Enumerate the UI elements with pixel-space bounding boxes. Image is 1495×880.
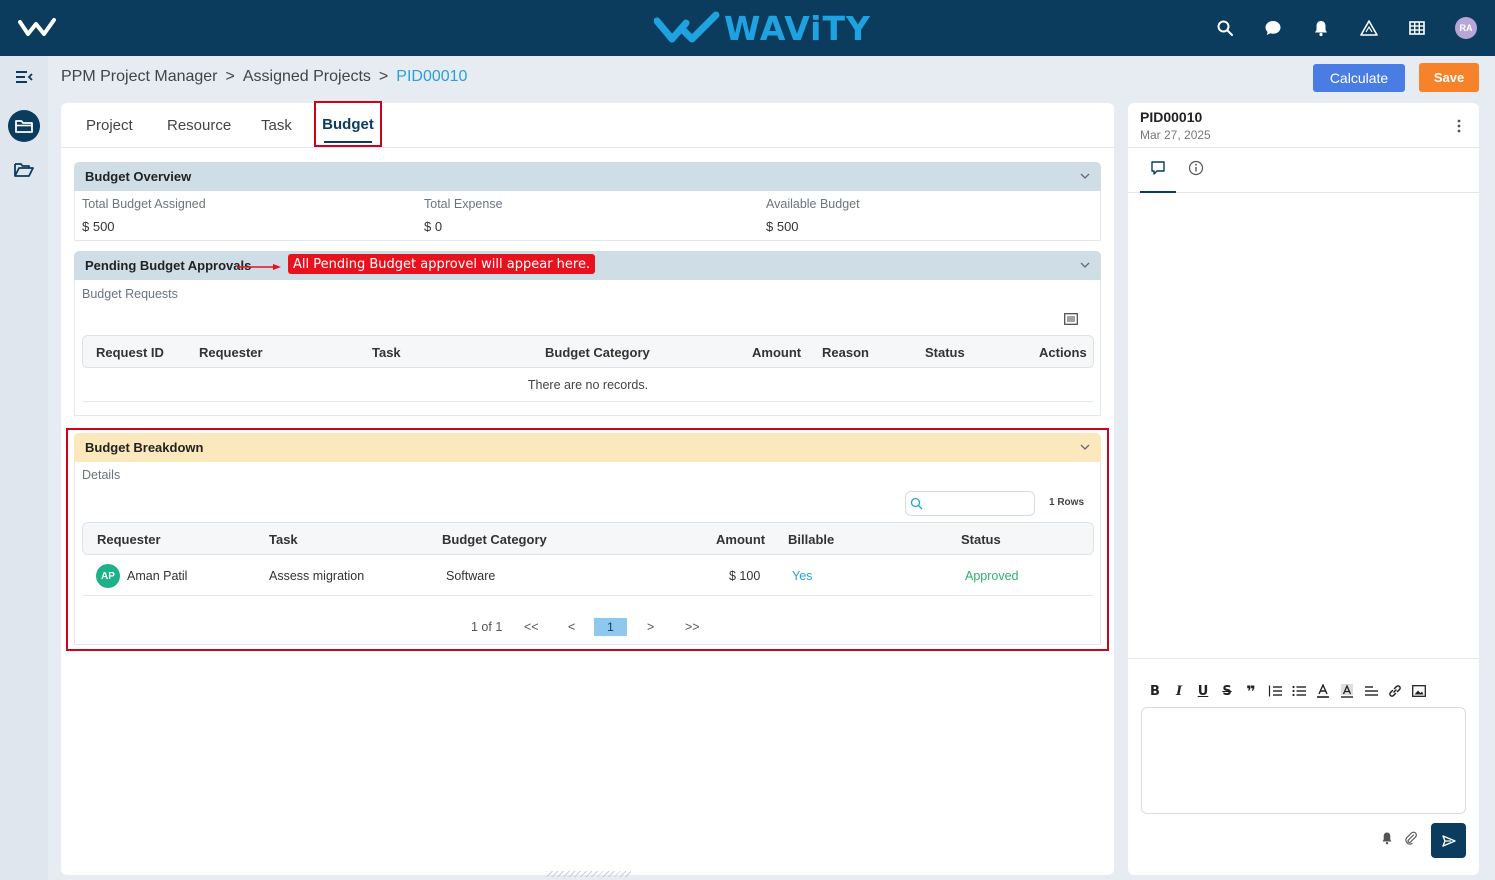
pending-approvals-title: Pending Budget Approvals [85,258,252,273]
open-folder-icon[interactable] [0,162,48,178]
record-id: PID00010 [1140,109,1203,125]
link-icon[interactable] [1383,681,1407,701]
budget-overview-header[interactable]: Budget Overview [74,162,1101,191]
chevron-down-icon[interactable] [1079,259,1091,271]
pending-approvals-header[interactable]: Pending Budget Approvals All Pending Bud… [74,251,1101,280]
overview-value: $ 500 [82,219,115,234]
app-logo-icon[interactable] [18,16,56,40]
menu-collapse-icon[interactable] [0,70,48,84]
attachment-icon[interactable] [1404,831,1418,845]
pending-approvals-body: Budget Requests Request ID Requester Tas… [74,280,1101,416]
col-status[interactable]: Status [925,345,965,360]
ordered-list-icon[interactable] [1263,681,1287,701]
overview-label: Total Expense [424,197,503,211]
italic-button[interactable]: I [1167,681,1191,701]
resize-handle[interactable] [546,871,631,877]
align-left-icon[interactable] [1359,681,1383,701]
record-date: Mar 27, 2025 [1140,128,1211,142]
budget-overview-section: Budget Overview Total Budget Assigned $ … [74,162,1101,241]
col-reason[interactable]: Reason [822,345,869,360]
info-icon[interactable] [1188,160,1204,176]
available-budget: Available Budget $ 500 [766,197,860,234]
comment-editor[interactable] [1141,707,1466,814]
pending-table-header: Request ID Requester Task Budget Categor… [82,335,1094,368]
bullet-list-icon[interactable] [1287,681,1311,701]
image-icon[interactable] [1407,681,1431,701]
breadcrumb-separator: > [378,68,389,85]
col-requester[interactable]: Requester [199,345,263,360]
calculate-button[interactable]: Calculate [1313,64,1405,92]
col-actions: Actions [1039,345,1087,360]
col-budget-category[interactable]: Budget Category [545,345,650,360]
send-button[interactable] [1431,823,1466,858]
brand-name: WAViTY [724,8,871,48]
comment-tab[interactable] [1140,156,1176,193]
wavity-mark-icon [654,11,720,43]
breadcrumb-ppm[interactable]: PPM Project Manager [61,68,218,86]
budget-overview-title: Budget Overview [85,169,192,184]
overview-label: Available Budget [766,197,860,211]
budget-overview-body: Total Budget Assigned $ 500 Total Expens… [74,191,1101,241]
overview-value: $ 0 [424,219,443,234]
text-color-icon[interactable] [1311,681,1335,701]
brand-logo: WAViTY [654,8,871,48]
annotation-callout: All Pending Budget approvel will appear … [288,254,596,274]
underline-button[interactable]: U [1191,681,1215,701]
col-amount[interactable]: Amount [752,345,801,360]
bold-button[interactable]: B [1143,681,1167,701]
main-panel: Project Resource Task Budget Budget Over… [61,101,1114,877]
total-budget-assigned: Total Budget Assigned $ 500 [82,197,206,234]
right-panel-tabs [1128,148,1479,193]
overview-value: $ 500 [766,219,799,234]
projects-folder-icon[interactable] [0,110,48,142]
save-button[interactable]: Save [1419,63,1479,92]
table-view-icon[interactable] [1064,313,1078,325]
editor-toolbar: B I U S ❞ [1143,681,1431,701]
total-expense: Total Expense $ 0 [424,197,503,234]
quote-button[interactable]: ❞ [1239,681,1263,701]
highlight-outline [66,428,1109,651]
tab-resource[interactable]: Resource [167,117,231,134]
breadcrumb-current: PID00010 [396,68,468,85]
user-avatar[interactable]: RA [1455,17,1477,39]
divider [1128,658,1479,659]
empty-state: There are no records. [82,368,1094,402]
top-icons: RA [1201,14,1477,42]
tab-budget[interactable]: Budget [314,101,382,147]
col-request-id[interactable]: Request ID [96,345,164,360]
pending-approvals-section: Pending Budget Approvals All Pending Bud… [74,251,1101,416]
comment-icon [1151,161,1165,175]
tab-bar: Project Resource Task Budget [61,101,1114,148]
budget-requests-label: Budget Requests [82,287,178,301]
breadcrumb: PPM Project Manager > Assigned Projects … [61,68,467,86]
search-icon[interactable] [1201,14,1249,42]
warning-triangle-icon[interactable] [1345,14,1393,42]
tab-project[interactable]: Project [86,117,133,134]
breadcrumb-separator: > [225,68,235,85]
breadcrumb-assigned-projects[interactable]: Assigned Projects [243,68,371,86]
send-icon [1441,834,1456,847]
overview-label: Total Budget Assigned [82,197,206,211]
grid-apps-icon[interactable] [1393,14,1441,42]
right-panel: PID00010 Mar 27, 2025 B I U S ❞ [1128,103,1479,875]
tab-task[interactable]: Task [261,117,292,134]
col-task[interactable]: Task [372,345,401,360]
left-rail [0,56,48,880]
bell-icon[interactable] [1297,14,1345,42]
strikethrough-button[interactable]: S [1215,681,1239,701]
chat-icon[interactable] [1249,14,1297,42]
top-bar: WAViTY RA [0,0,1495,56]
highlight-color-icon[interactable] [1335,681,1359,701]
arrow-right-icon [237,264,281,270]
kebab-menu-icon[interactable] [1457,119,1461,133]
chevron-down-icon[interactable] [1079,170,1091,182]
notify-bell-icon[interactable] [1380,831,1394,845]
